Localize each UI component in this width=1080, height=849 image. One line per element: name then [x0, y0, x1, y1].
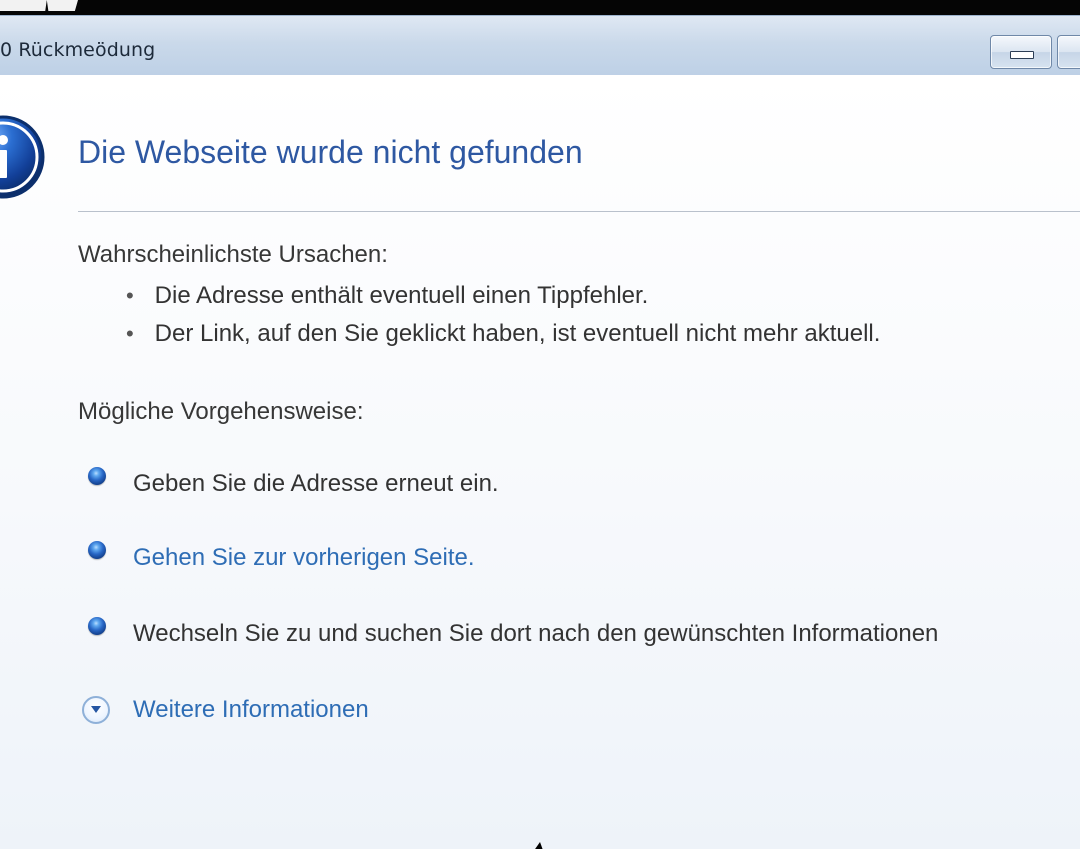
- reasons-list: • Die Adresse enthält eventuell einen Ti…: [126, 282, 880, 358]
- more-info-link[interactable]: Weitere Informationen: [82, 693, 369, 727]
- info-icon: [0, 115, 45, 199]
- step-item: Gehen Sie zur vorherigen Seite.: [88, 541, 475, 574]
- bullet-icon: [88, 467, 106, 485]
- minimize-icon: [1010, 51, 1034, 59]
- top-bar-mark: [0, 0, 78, 11]
- maximize-button[interactable]: [1057, 35, 1080, 69]
- step-item: Wechseln Sie zu und suchen Sie dort nach…: [88, 617, 939, 650]
- bullet-icon: [88, 617, 106, 635]
- reason-text: Die Adresse enthält eventuell einen Tipp…: [154, 282, 649, 309]
- bullet-icon: [88, 541, 106, 559]
- reason-text: Der Link, auf den Sie geklickt haben, is…: [154, 320, 881, 347]
- reason-item: • Die Adresse enthält eventuell einen Ti…: [126, 282, 880, 320]
- bullet-dot: •: [126, 321, 134, 346]
- window-title-bar[interactable]: 0 Rückmeödung: [0, 15, 1080, 76]
- step-item: Geben Sie die Adresse erneut ein.: [88, 467, 499, 500]
- page-content: [0, 75, 1080, 849]
- steps-label: Mögliche Vorgehensweise:: [78, 398, 364, 425]
- reason-item: • Der Link, auf den Sie geklickt haben, …: [126, 320, 880, 358]
- window-title: 0 Rückmeödung: [0, 39, 156, 61]
- reasons-label: Wahrscheinlichste Ursachen:: [78, 241, 388, 268]
- screen: 0 Rückmeödung Die Webseite wurde nicht g…: [0, 0, 1080, 849]
- heading-divider: [78, 211, 1080, 212]
- bullet-dot: •: [126, 283, 134, 308]
- chevron-down-icon[interactable]: [82, 696, 110, 724]
- more-info-label[interactable]: Weitere Informationen: [133, 696, 369, 724]
- previous-page-link[interactable]: Gehen Sie zur vorherigen Seite.: [133, 544, 475, 572]
- minimize-button[interactable]: [990, 35, 1052, 69]
- step-text: Geben Sie die Adresse erneut ein.: [133, 470, 499, 497]
- page-title: Die Webseite wurde nicht gefunden: [78, 134, 583, 170]
- step-text: Wechseln Sie zu und suchen Sie dort nach…: [133, 620, 939, 647]
- top-bar: [0, 0, 1080, 15]
